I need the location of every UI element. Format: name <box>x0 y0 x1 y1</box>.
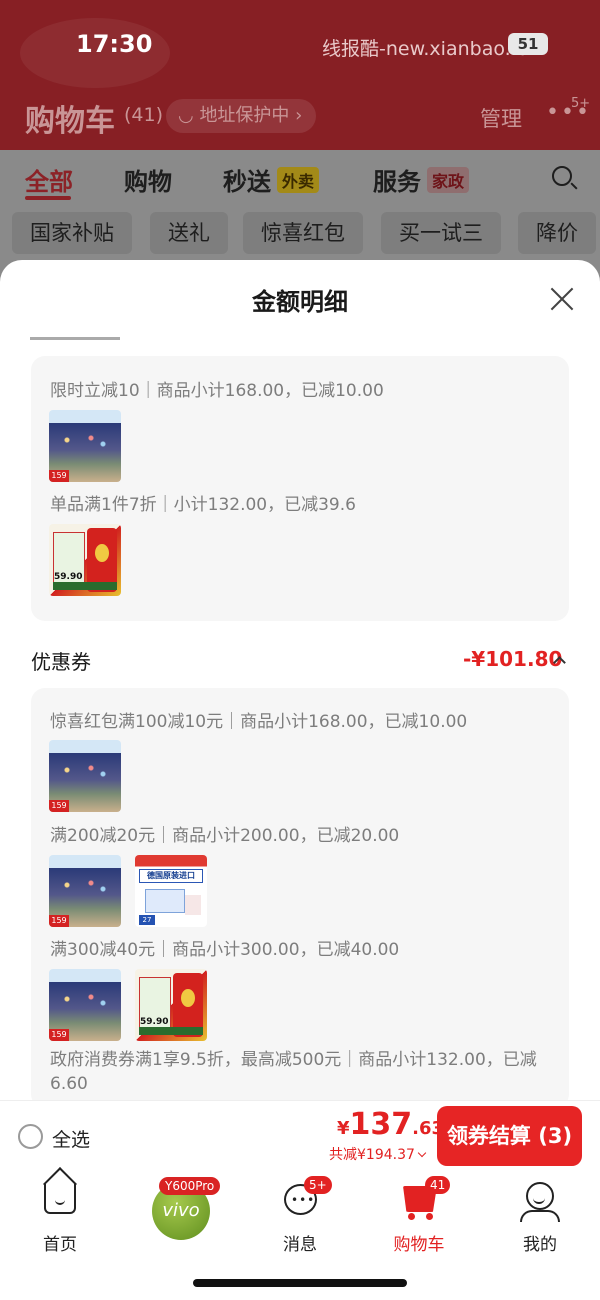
coupon-section-label: 优惠券 <box>31 650 91 674</box>
saving-detail-toggle[interactable]: 共减¥194.37 <box>329 1144 427 1164</box>
product-thumb-puzzle[interactable]: 159 <box>49 740 121 812</box>
cart-tabs: 全部 购物 秒送 外卖 服务 家政 国家补贴 送礼 惊喜红包 买一试三 降价 <box>0 150 600 260</box>
messages-badge: 5+ <box>304 1176 332 1194</box>
page-title: 购物车 <box>25 104 115 139</box>
tab-service-label: 服务 <box>373 168 421 196</box>
address-protection-button[interactable]: ◡ 地址保护中 › <box>166 99 317 133</box>
cart-count: (41) <box>124 104 164 126</box>
battery-icon: 51 <box>508 33 548 55</box>
product-thumb-puzzle[interactable]: 159 <box>49 410 121 482</box>
sheet-title: 金额明细 <box>252 288 348 316</box>
milk-box-side <box>185 895 201 915</box>
cart-header: 17:30 线报酷-new.xianbao.fun 51 购物车 (41) ◡ … <box>0 0 600 150</box>
home-icon <box>44 1184 76 1214</box>
total-integer: 137 <box>349 1107 413 1142</box>
more-badge: 5+ <box>571 96 591 111</box>
coupon-section-amount: -¥101.80 <box>463 647 563 671</box>
rice-emblem <box>181 989 195 1007</box>
promo-rule: 单品满1件7折｜小计132.00，已减39.6 <box>50 495 356 515</box>
tab-underline <box>25 196 71 200</box>
product-thumb-puzzle[interactable]: 159 <box>49 969 121 1041</box>
promotion-panel: 限时立减10｜商品小计168.00，已减10.00 159 单品满1件7折｜小计… <box>31 356 569 621</box>
currency-symbol: ¥ <box>337 1118 350 1139</box>
tab-service[interactable]: 服务 家政 <box>373 162 470 197</box>
tab-shopping[interactable]: 购物 <box>124 162 172 197</box>
tab-instant[interactable]: 秒送 外卖 <box>223 162 320 197</box>
chevron-right-icon: › <box>289 105 303 126</box>
milk-banner: 德国原装进口 <box>139 869 203 883</box>
rice-banner <box>139 1027 203 1035</box>
tab-all[interactable]: 全部 <box>25 162 73 197</box>
puzzle-art <box>55 432 115 452</box>
message-dots: ••• <box>291 1193 316 1207</box>
promo-rule: 限时立减10｜商品小计168.00，已减10.00 <box>50 381 384 401</box>
coupon-rule: 满200减20元｜商品小计200.00，已减20.00 <box>50 826 400 846</box>
filter-chip-red-packet[interactable]: 惊喜红包 <box>243 212 363 254</box>
rice-banner <box>53 582 117 590</box>
product-thumb-puzzle[interactable]: 159 <box>49 855 121 927</box>
amount-detail-sheet: 金额明细 限时立减10｜商品小计168.00，已减10.00 159 单品满1件… <box>0 260 600 1100</box>
product-thumb-rice[interactable]: 59.90 <box>135 969 207 1041</box>
milk-price-tag: 27 <box>139 915 155 925</box>
coupon-rule: 满300减40元｜商品小计300.00，已减40.00 <box>50 940 400 960</box>
status-time: 17:30 <box>76 30 153 58</box>
filter-chip-try[interactable]: 买一试三 <box>381 212 501 254</box>
nav-cart-label: 购物车 <box>393 1235 445 1255</box>
cart-wheel <box>408 1213 415 1220</box>
nav-home-label: 首页 <box>43 1235 77 1255</box>
rice-emblem <box>95 544 109 562</box>
person-body <box>520 1210 560 1222</box>
nav-messages-label: 消息 <box>283 1235 317 1255</box>
nav-me-label: 我的 <box>523 1235 557 1255</box>
close-icon[interactable] <box>548 285 576 313</box>
puzzle-price-tag: 159 <box>49 800 69 812</box>
puzzle-art <box>55 877 115 897</box>
chevron-down-icon <box>417 1148 427 1158</box>
puzzle-price-tag: 159 <box>49 470 69 482</box>
clipped-section-label <box>30 336 120 340</box>
home-indicator <box>193 1279 407 1287</box>
person-icon <box>526 1182 554 1210</box>
checkout-bar: 全选 ¥137.63 共减¥194.37 领券结算 (3) <box>0 1100 600 1172</box>
select-all-label[interactable]: 全选 <box>52 1125 90 1152</box>
total-amount: ¥137.63 <box>337 1107 444 1142</box>
filter-chip-subsidy[interactable]: 国家补贴 <box>12 212 132 254</box>
filter-chip-price-drop[interactable]: 降价 <box>518 212 596 254</box>
tab-service-tag: 家政 <box>427 167 470 193</box>
cart-wheel <box>426 1213 433 1220</box>
saving-text: 共减¥194.37 <box>329 1147 415 1163</box>
search-icon[interactable] <box>552 166 572 186</box>
select-all-radio[interactable] <box>18 1124 43 1149</box>
puzzle-price-tag: 159 <box>49 915 69 927</box>
puzzle-art <box>55 991 115 1011</box>
tab-instant-label: 秒送 <box>223 168 271 196</box>
product-thumb-rice[interactable]: 59.90 <box>49 524 121 596</box>
milk-box <box>145 889 185 913</box>
rice-price-tag: 59.90 <box>54 572 83 582</box>
shield-icon: ◡ <box>178 105 200 126</box>
product-thumb-milk[interactable]: 德国原装进口 27 <box>135 855 207 927</box>
coupon-rule: 政府消费券满1享9.5折，最高减500元｜商品小计132.00，已减6.60 <box>50 1050 537 1094</box>
cart-badge: 41 <box>425 1176 451 1194</box>
puzzle-price-tag: 159 <box>49 1029 69 1041</box>
puzzle-art <box>55 762 115 782</box>
rice-price-tag: 59.90 <box>140 1017 169 1027</box>
sheet-scroll-area[interactable]: 限时立减10｜商品小计168.00，已减10.00 159 单品满1件7折｜小计… <box>0 336 600 1100</box>
filter-chip-gift[interactable]: 送礼 <box>150 212 228 254</box>
coupon-rule: 惊喜红包满100减10元｜商品小计168.00，已减10.00 <box>50 712 468 732</box>
tab-instant-tag: 外卖 <box>277 167 320 193</box>
manage-button[interactable]: 管理 <box>480 103 522 133</box>
vivo-model-tag: Y600Pro <box>159 1177 221 1195</box>
address-protection-label: 地址保护中 <box>199 105 290 126</box>
coupon-panel: 惊喜红包满100减10元｜商品小计168.00，已减10.00 159 满200… <box>31 688 569 1100</box>
checkout-button[interactable]: 领券结算 (3) <box>437 1106 582 1166</box>
